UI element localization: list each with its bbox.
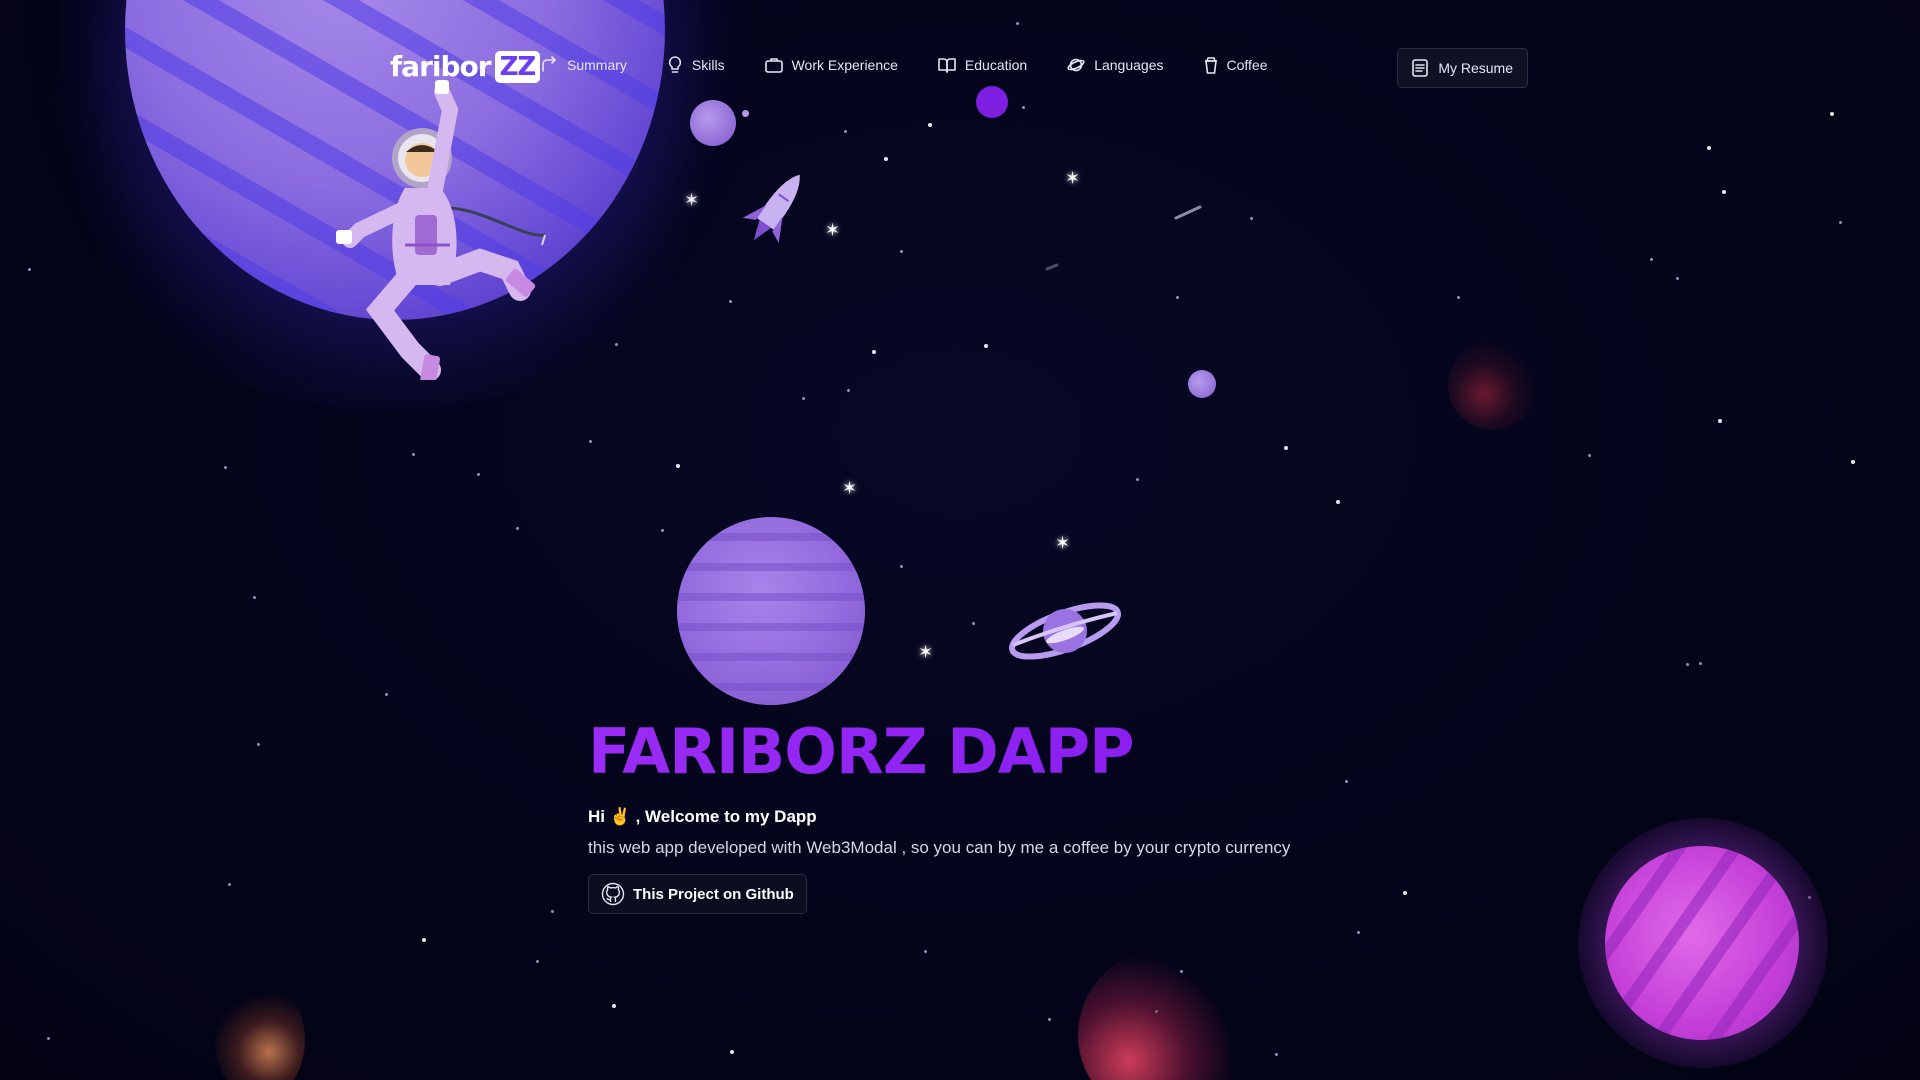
- nav-item-label: Skills: [691, 57, 725, 73]
- top-navbar: faribor ZZ Summary Skills Work Experienc…: [390, 48, 1528, 90]
- github-project-button[interactable]: This Project on Github: [588, 874, 807, 914]
- small-moon: [690, 100, 736, 146]
- nav-item-education[interactable]: Education: [938, 56, 1027, 74]
- logo-badge: ZZ: [494, 50, 541, 83]
- nav-item-skills[interactable]: Skills: [667, 56, 725, 74]
- ringed-planet-icon: [1009, 602, 1121, 660]
- meteor-icon: [1174, 205, 1202, 220]
- logo-text: faribor: [390, 50, 492, 83]
- nav-item-work-experience[interactable]: Work Experience: [764, 56, 898, 74]
- site-logo[interactable]: faribor ZZ: [390, 50, 541, 83]
- pink-planet: [1605, 846, 1799, 1040]
- my-resume-label: My Resume: [1438, 60, 1513, 76]
- violet-moon: [976, 86, 1008, 118]
- sparkle-icon: ✶: [825, 220, 841, 241]
- meteor-icon: [1045, 263, 1059, 271]
- hero-title: FARIBORZ DAPP: [588, 715, 1488, 789]
- share-arrow-icon: [542, 56, 556, 72]
- github-icon: [601, 882, 625, 906]
- nav-item-label: Languages: [1094, 57, 1164, 73]
- sparkle-icon: ✶: [918, 642, 934, 663]
- sparkle-icon: ✶: [842, 478, 858, 499]
- small-moon: [1188, 370, 1216, 398]
- nav-item-coffee[interactable]: Coffee: [1204, 56, 1268, 74]
- nav-item-label: Summary: [567, 57, 627, 73]
- nav-item-summary[interactable]: Summary: [540, 56, 627, 74]
- book-open-icon: [938, 58, 956, 73]
- space-shuttle-icon: [742, 174, 800, 244]
- nav-item-languages[interactable]: Languages: [1067, 56, 1164, 74]
- document-icon: [1412, 59, 1429, 77]
- nav-item-label: Coffee: [1226, 57, 1268, 73]
- my-resume-button[interactable]: My Resume: [1397, 48, 1528, 88]
- page: ✶ ✶ ✶ ✶ ✶ ✶: [0, 0, 1920, 1080]
- nav-item-label: Education: [964, 57, 1028, 73]
- red-planet-glow: [1448, 340, 1538, 430]
- nav-item-label: Work Experience: [791, 57, 898, 73]
- nav-menu: Summary Skills Work Experience Education: [540, 56, 1308, 74]
- github-button-label: This Project on Github: [633, 885, 794, 903]
- hero-section: FARIBORZ DAPP Hi ✌️ , Welcome to my Dapp…: [588, 715, 1488, 914]
- briefcase-icon: [764, 58, 783, 73]
- planet-icon: [1067, 58, 1085, 72]
- astronaut-illustration: [336, 80, 546, 380]
- coffee-cup-icon: [1204, 57, 1217, 74]
- sparkle-icon: ✶: [1065, 168, 1081, 189]
- tiny-moon: [742, 110, 749, 117]
- hero-greeting: Hi ✌️ , Welcome to my Dapp: [588, 807, 817, 826]
- hero-description: this web app developed with Web3Modal , …: [588, 838, 1291, 857]
- medium-purple-planet: [677, 517, 865, 705]
- sparkle-icon: ✶: [1055, 533, 1071, 554]
- lightbulb-icon: [668, 56, 682, 73]
